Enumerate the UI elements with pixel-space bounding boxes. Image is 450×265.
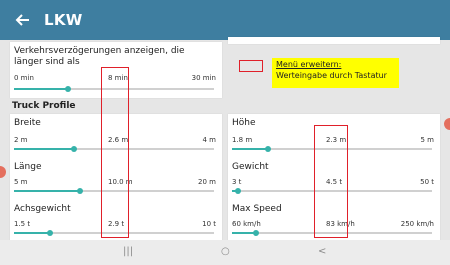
callout-box: Menü erweitern: Werteingabe durch Tastat… (272, 58, 399, 88)
top-right-card (228, 37, 440, 44)
laenge-label: Länge (14, 162, 42, 172)
laenge-min: 5 m (14, 178, 28, 186)
page-title: LKW (44, 11, 83, 29)
hoehe-min: 1.8 m (232, 136, 253, 144)
delay-max: 30 min (191, 74, 216, 82)
back-arrow-icon[interactable] (8, 6, 36, 34)
gewicht-label: Gewicht (232, 162, 269, 172)
maxspeed-label: Max Speed (232, 204, 282, 214)
back-icon[interactable]: < (318, 246, 326, 257)
delay-heading: Verkehrsverzögerungen anzeigen, die läng… (14, 46, 185, 67)
system-nav-bar: ||| ○ < (0, 240, 450, 265)
breite-label: Breite (14, 118, 41, 128)
recent-apps-icon[interactable]: ||| (123, 246, 133, 257)
maxspeed-min: 60 km/h (232, 220, 261, 228)
callout-subtitle: Werteingabe durch Tastatur (276, 71, 387, 80)
callout-title: Menü erweitern: (276, 60, 342, 69)
laenge-max: 20 m (198, 178, 216, 186)
left-values-highlight (101, 67, 129, 238)
home-icon[interactable]: ○ (221, 246, 230, 257)
achsgewicht-label: Achsgewicht (14, 204, 71, 214)
truck-profile-title: Truck Profile (12, 101, 76, 111)
content: Verkehrsverzögerungen anzeigen, die läng… (0, 37, 450, 242)
left-edge-badge (0, 166, 6, 178)
gewicht-max: 50 t (420, 178, 434, 186)
gewicht-min: 3 t (232, 178, 242, 186)
small-red-box (239, 60, 263, 72)
right-values-highlight (314, 125, 348, 238)
breite-min: 2 m (14, 136, 28, 144)
maxspeed-max: 250 km/h (400, 220, 434, 228)
hoehe-max: 5 m (420, 136, 435, 144)
right-edge-badge (444, 118, 450, 130)
delay-min: 0 min (14, 74, 34, 82)
app-bar: LKW (0, 0, 450, 40)
hoehe-label: Höhe (232, 118, 256, 128)
breite-max: 4 m (202, 136, 217, 144)
achsgewicht-min: 1.5 t (14, 220, 31, 228)
achsgewicht-max: 10 t (202, 220, 216, 228)
